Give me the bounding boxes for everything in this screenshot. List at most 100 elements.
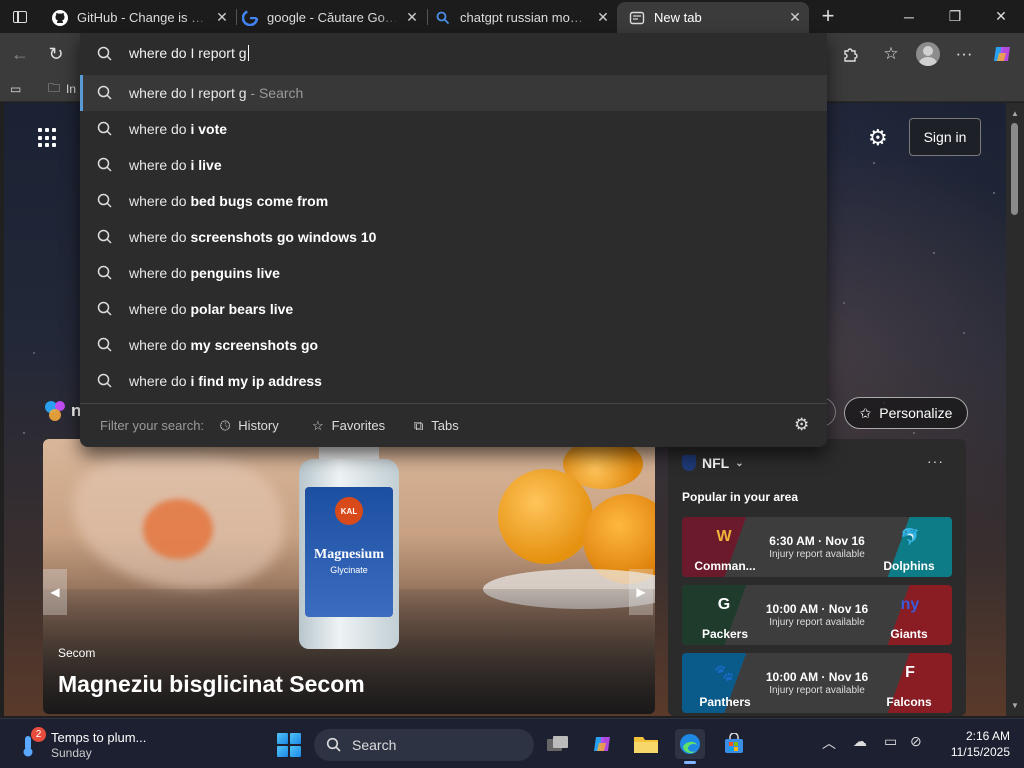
search-icon bbox=[97, 265, 112, 280]
sparkle-star-icon: ✩ bbox=[859, 404, 872, 421]
nfl-shield-icon bbox=[682, 455, 696, 471]
store-icon bbox=[725, 733, 743, 753]
tab-chatgpt-search[interactable]: chatgpt russian mode de ✕ bbox=[423, 2, 617, 33]
nfl-title: NFL bbox=[702, 455, 730, 471]
search-icon bbox=[97, 157, 112, 172]
scrollbar-thumb[interactable] bbox=[1011, 123, 1018, 215]
chevron-up-icon[interactable]: ︿ bbox=[822, 733, 836, 753]
team-left-name: Panthers bbox=[699, 695, 751, 709]
tablet-icon: ▭ bbox=[10, 82, 22, 96]
apps-launcher-icon[interactable] bbox=[38, 128, 58, 148]
close-icon[interactable]: ✕ bbox=[398, 9, 426, 26]
suggestion-item[interactable]: where do i find my ip address bbox=[80, 363, 827, 399]
game-card[interactable]: 🐾 F 10:00 AM · Nov 16 Injury report avai… bbox=[682, 653, 952, 713]
copilot-taskbar-button[interactable] bbox=[587, 729, 617, 759]
minimize-button[interactable]: ─ bbox=[886, 0, 932, 33]
tab-github[interactable]: GitHub - Change is const ✕ bbox=[40, 2, 236, 33]
favorites-button[interactable]: ☆ bbox=[877, 40, 905, 68]
favorite-folder-label: In bbox=[66, 82, 77, 96]
plus-icon: + bbox=[821, 3, 835, 28]
edge-taskbar-button[interactable] bbox=[675, 729, 705, 764]
favorite-item[interactable]: ▭ bbox=[10, 79, 21, 99]
filter-history-button[interactable]: 🕓︎ History bbox=[220, 418, 279, 434]
filter-favorites-button[interactable]: ☆ Favorites bbox=[312, 418, 385, 434]
taskbar-search[interactable]: Search bbox=[314, 729, 534, 761]
scroll-down-icon[interactable]: ▼ bbox=[1011, 701, 1019, 710]
system-clock[interactable]: 2:16 AM 11/15/2025 bbox=[930, 728, 1010, 760]
clock-time: 2:16 AM bbox=[965, 729, 1010, 743]
suggestion-item[interactable]: where do bed bugs come from bbox=[80, 183, 827, 219]
extensions-button[interactable] bbox=[837, 40, 865, 68]
tab-google[interactable]: google - Căutare Google ✕ bbox=[230, 2, 426, 33]
display-icon[interactable]: ▭ bbox=[884, 733, 897, 750]
game-card[interactable]: G ny 10:00 AM · Nov 16 Injury report ava… bbox=[682, 585, 952, 645]
start-button[interactable] bbox=[277, 733, 301, 757]
profile-avatar[interactable] bbox=[916, 42, 940, 66]
suggestion-item[interactable]: where do i vote bbox=[80, 111, 827, 147]
restore-icon: ❐ bbox=[948, 8, 962, 24]
restore-button[interactable]: ❐ bbox=[932, 0, 978, 33]
back-button[interactable]: ← bbox=[6, 40, 34, 68]
folder-icon bbox=[634, 737, 658, 753]
suggestion-item[interactable]: where do i live bbox=[80, 147, 827, 183]
tab-title: chatgpt russian mode de bbox=[460, 10, 589, 25]
game-card[interactable]: W 🐬 6:30 AM · Nov 16 Injury report avail… bbox=[682, 517, 952, 577]
suggestion-text: where do bed bugs come from bbox=[129, 193, 329, 209]
github-icon bbox=[52, 9, 68, 26]
page-settings-gear-icon[interactable]: ⚙ bbox=[868, 125, 888, 151]
suggestion-item[interactable]: where do my screenshots go bbox=[80, 327, 827, 363]
star-icon: ☆ bbox=[312, 417, 324, 433]
hero-title[interactable]: Magneziu bisglicinat Secom bbox=[58, 671, 365, 698]
workspaces-icon bbox=[13, 10, 27, 23]
cloud-offline-icon[interactable]: ☁ bbox=[853, 733, 867, 750]
hero-card[interactable]: KAL Magnesium Glycinate ◀ ▶ Secom Magnez… bbox=[43, 439, 655, 714]
suggestion-text: where do i live bbox=[129, 157, 222, 173]
sign-in-button[interactable]: Sign in bbox=[909, 118, 981, 156]
search-icon bbox=[326, 737, 341, 752]
history-icon: 🕓︎ bbox=[220, 417, 231, 433]
close-window-button[interactable]: ✕ bbox=[978, 0, 1024, 33]
nfl-subtitle: Popular in your area bbox=[682, 490, 799, 504]
edge-icon bbox=[680, 734, 700, 754]
filter-tabs-button[interactable]: ⧉ Tabs bbox=[414, 418, 459, 434]
minimize-icon: ─ bbox=[904, 8, 914, 25]
search-icon bbox=[97, 193, 112, 208]
hero-drink bbox=[143, 499, 213, 559]
tab-new-tab[interactable]: New tab ✕ bbox=[617, 2, 809, 33]
favorite-folder[interactable]: 🗀 In bbox=[48, 79, 76, 99]
suggestion-item[interactable]: where do I report g - Search bbox=[80, 75, 827, 111]
address-bar-settings-gear-icon[interactable]: ⚙ bbox=[794, 415, 809, 435]
more-options-icon[interactable]: ··· bbox=[927, 453, 944, 469]
scroll-up-icon[interactable]: ▲ bbox=[1011, 109, 1019, 118]
tab-title: New tab bbox=[654, 10, 702, 25]
address-input-text: where do I report g bbox=[129, 45, 247, 61]
suggestion-item[interactable]: where do polar bears live bbox=[80, 291, 827, 327]
weather-widget[interactable]: 2 Temps to plum... Sunday bbox=[20, 727, 150, 761]
refresh-button[interactable]: ↻ bbox=[42, 40, 70, 68]
close-icon[interactable]: ✕ bbox=[589, 9, 617, 26]
chevron-down-icon: ⌄ bbox=[735, 457, 744, 469]
notification-badge: 2 bbox=[31, 727, 46, 742]
supplement-bottle-image: KAL Magnesium Glycinate bbox=[299, 439, 399, 654]
tab-actions-button[interactable] bbox=[0, 0, 40, 33]
copilot-button[interactable] bbox=[988, 40, 1016, 68]
search-icon bbox=[97, 301, 112, 316]
nfl-header[interactable]: NFL ⌄ bbox=[682, 455, 744, 471]
close-icon[interactable]: ✕ bbox=[781, 9, 809, 26]
suggestion-item[interactable]: where do penguins live bbox=[80, 255, 827, 291]
settings-more-button[interactable]: ··· bbox=[950, 40, 978, 68]
new-tab-button[interactable]: + bbox=[814, 3, 842, 29]
personalize-button[interactable]: ✩ Personalize bbox=[844, 397, 968, 429]
star-list-icon: ☆ bbox=[883, 44, 899, 63]
file-explorer-button[interactable] bbox=[631, 729, 661, 759]
hero-prev-button[interactable]: ◀ bbox=[43, 569, 67, 615]
suggestion-item[interactable]: where do screenshots go windows 10 bbox=[80, 219, 827, 255]
task-view-button[interactable] bbox=[543, 729, 573, 759]
page-scrollbar[interactable]: ▲ ▼ bbox=[1006, 103, 1024, 716]
address-bar[interactable]: where do I report g bbox=[80, 33, 827, 75]
address-input[interactable]: where do I report g bbox=[129, 45, 729, 61]
store-button[interactable] bbox=[719, 729, 749, 759]
network-icon[interactable]: ⊘ bbox=[910, 733, 922, 750]
address-bar-dropdown: where do I report g where do I report g … bbox=[80, 33, 827, 447]
hero-next-button[interactable]: ▶ bbox=[629, 569, 653, 615]
